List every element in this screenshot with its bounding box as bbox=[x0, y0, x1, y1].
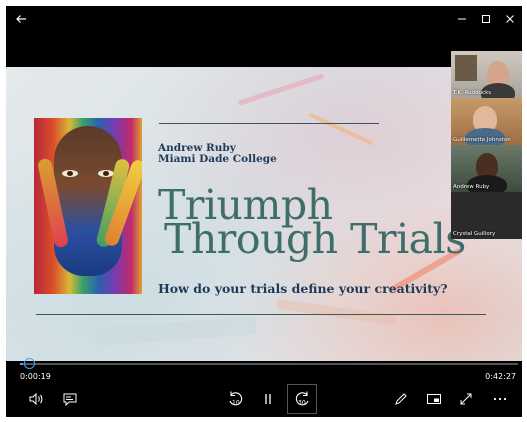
paint-streak bbox=[237, 73, 325, 106]
current-time: 0:00:19 bbox=[20, 372, 51, 381]
arrow-left-icon bbox=[16, 15, 26, 23]
skip-back-button[interactable]: 10 bbox=[223, 388, 249, 410]
participant-name: Crystal Guillory bbox=[453, 231, 496, 237]
fullscreen-button[interactable] bbox=[453, 388, 479, 410]
pen-icon bbox=[395, 393, 407, 405]
participant-video-strip: T.K. Rudducks Guillemette Johnston Andre… bbox=[451, 51, 522, 239]
skip-back-label: 10 bbox=[232, 400, 240, 407]
captions-icon bbox=[63, 393, 77, 406]
paint-streak bbox=[275, 298, 397, 326]
author-block: Andrew Ruby Miami Dade College bbox=[158, 143, 277, 165]
top-rule bbox=[159, 123, 379, 124]
left-eye bbox=[62, 170, 78, 177]
participant-tile[interactable]: Guillemette Johnston bbox=[451, 98, 522, 145]
close-icon bbox=[506, 15, 514, 23]
close-button[interactable] bbox=[497, 8, 522, 30]
minimize-button[interactable] bbox=[449, 8, 475, 30]
slide-question: How do your trials define your creativit… bbox=[158, 281, 448, 296]
participant-tile[interactable]: T.K. Rudducks bbox=[451, 51, 522, 98]
bookshelf bbox=[455, 55, 477, 81]
institution-name: Miami Dade College bbox=[158, 153, 277, 165]
fullscreen-icon bbox=[460, 393, 472, 405]
pause-button[interactable] bbox=[255, 388, 281, 410]
participant-name: Andrew Ruby bbox=[453, 184, 490, 190]
participant-name: Guillemette Johnston bbox=[453, 137, 511, 143]
maximize-button[interactable] bbox=[473, 8, 499, 30]
presentation-slide: Andrew Ruby Miami Dade College Triumph T… bbox=[6, 67, 522, 361]
total-time: 0:42:27 bbox=[485, 372, 516, 381]
pen-button[interactable] bbox=[388, 388, 414, 410]
seek-bar[interactable] bbox=[20, 363, 518, 365]
video-player: Andrew Ruby Miami Dade College Triumph T… bbox=[6, 6, 522, 417]
maximize-icon bbox=[482, 15, 490, 23]
seek-thumb[interactable] bbox=[24, 358, 35, 369]
miniplayer-button[interactable] bbox=[421, 388, 447, 410]
back-button[interactable] bbox=[8, 8, 34, 30]
title-bar bbox=[6, 6, 522, 32]
skip-forward-label: 30 bbox=[298, 400, 306, 407]
pause-icon bbox=[265, 394, 271, 404]
painted-face-image bbox=[34, 118, 142, 294]
skip-back-10-icon: 10 bbox=[229, 391, 243, 407]
more-button[interactable] bbox=[487, 388, 513, 410]
captions-button[interactable] bbox=[57, 388, 83, 410]
seek-bar-fill bbox=[20, 363, 24, 365]
participant-name: T.K. Rudducks bbox=[453, 90, 492, 96]
participant-tile[interactable]: Crystal Guillory bbox=[451, 192, 522, 239]
paint-streak bbox=[308, 112, 374, 146]
volume-icon bbox=[29, 392, 43, 406]
more-icon bbox=[493, 397, 507, 401]
paint-streak bbox=[95, 316, 257, 346]
skip-forward-30-icon: 30 bbox=[295, 391, 309, 407]
volume-button[interactable] bbox=[23, 388, 49, 410]
miniplayer-icon bbox=[427, 394, 441, 404]
slide-title-line-2: Through Trials bbox=[164, 215, 466, 263]
participant-tile[interactable]: Andrew Ruby bbox=[451, 145, 522, 192]
bottom-rule bbox=[36, 314, 486, 315]
minimize-icon bbox=[458, 18, 466, 20]
skip-forward-button[interactable]: 30 bbox=[287, 384, 317, 414]
